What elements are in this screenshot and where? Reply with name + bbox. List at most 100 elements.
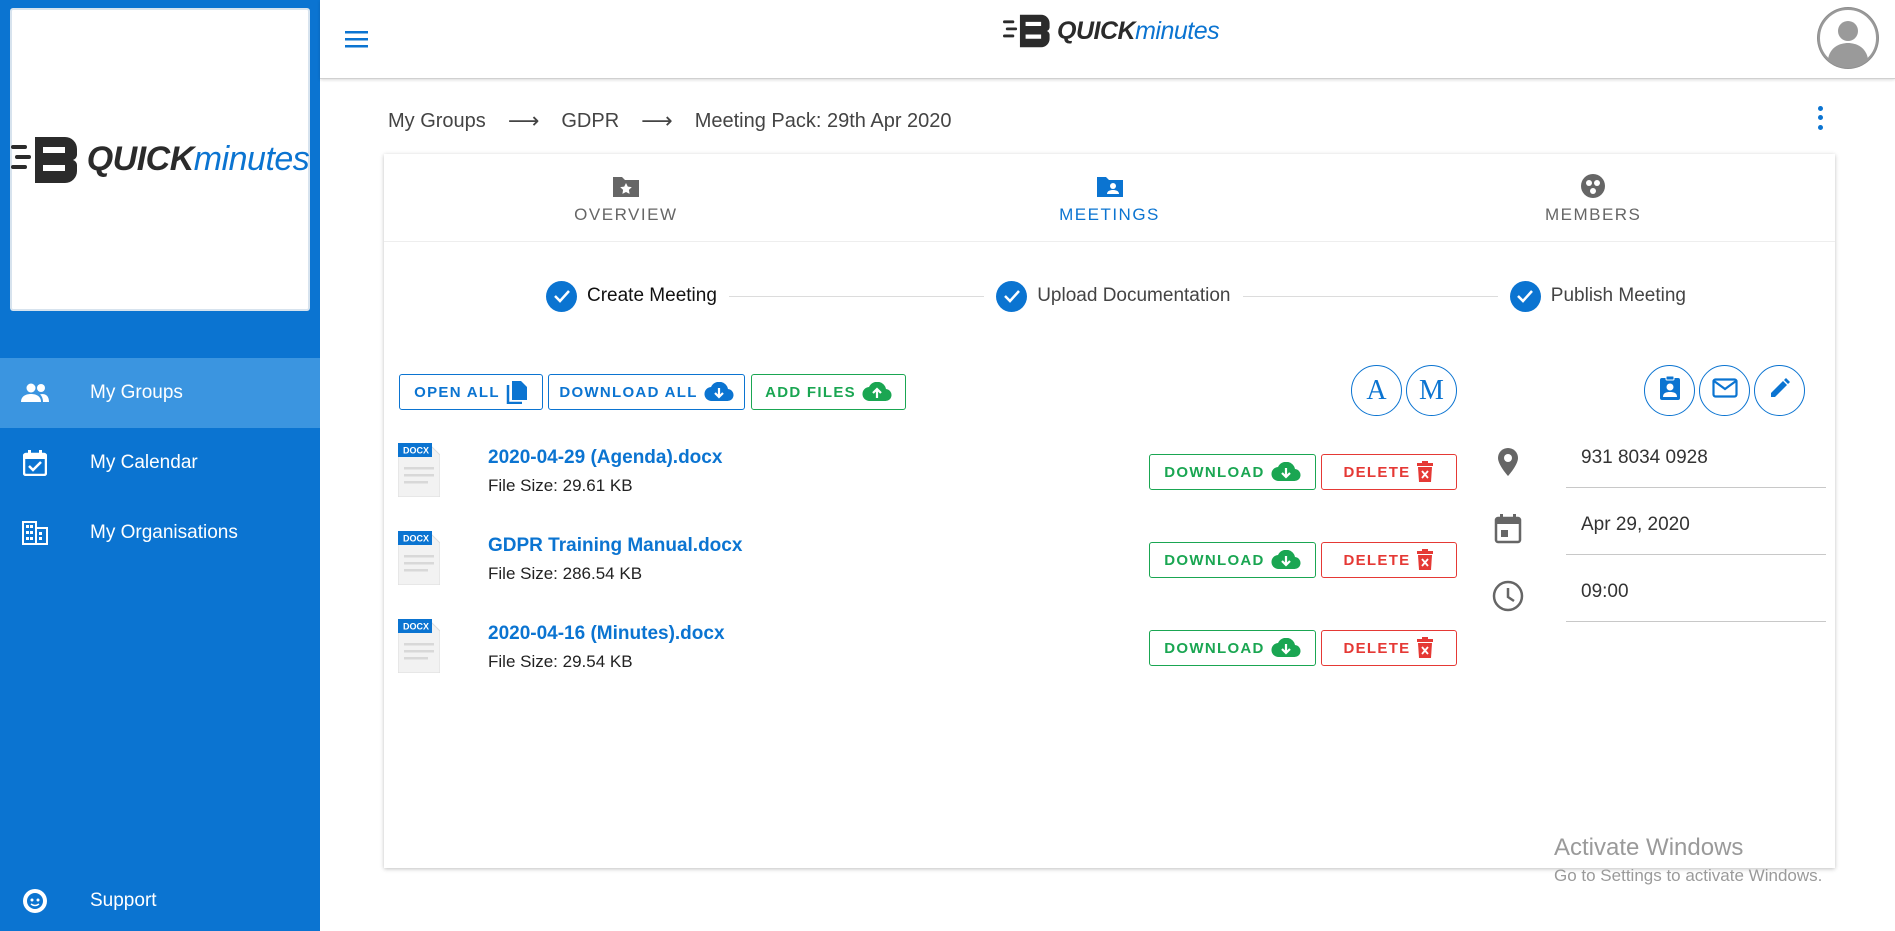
- add-files-button[interactable]: ADD FILES: [751, 374, 906, 410]
- step-upload-documentation[interactable]: Upload Documentation: [996, 280, 1231, 312]
- open-all-button[interactable]: OPEN ALL: [399, 374, 543, 410]
- building-icon: [20, 518, 50, 548]
- top-bar: QUICKminutes: [320, 0, 1895, 79]
- breadcrumb-item-meeting-pack: Meeting Pack: 29th Apr 2020: [694, 109, 952, 132]
- calendar-check-icon: [20, 448, 50, 478]
- cloud-download-icon: [1271, 462, 1301, 482]
- meeting-stepper: Create Meeting Upload Documentation Publ…: [546, 276, 1686, 316]
- location-pin-icon: [1490, 444, 1526, 480]
- more-options-icon[interactable]: [1810, 104, 1830, 132]
- quickminutes-logo-icon: [10, 136, 77, 183]
- docx-file-icon: DOCX: [398, 619, 440, 673]
- quickminutes-logo-icon: [1003, 14, 1050, 48]
- tab-label: MEMBERS: [1544, 204, 1642, 224]
- minutes-button[interactable]: M: [1406, 365, 1457, 416]
- group-circle-icon: [1580, 171, 1606, 201]
- arrow-right-icon: ⟶: [641, 108, 673, 133]
- logo-text-quick: QUICK: [1057, 16, 1136, 45]
- breadcrumb-item-gdpr[interactable]: GDPR: [561, 110, 619, 133]
- sidebar-item-my-calendar[interactable]: My Calendar: [0, 428, 320, 498]
- folder-user-icon: [1096, 171, 1124, 201]
- check-circle-icon: [546, 280, 577, 312]
- edit-button[interactable]: [1754, 365, 1805, 416]
- user-avatar-icon[interactable]: [1817, 7, 1879, 69]
- download-file-button[interactable]: DOWNLOAD: [1149, 542, 1316, 578]
- step-create-meeting[interactable]: Create Meeting: [546, 280, 717, 312]
- tab-label: MEETINGS: [1059, 204, 1160, 224]
- trash-icon: [1416, 637, 1434, 659]
- tab-overview[interactable]: OVERVIEW: [384, 154, 868, 241]
- sidebar-logo-card: QUICKminutes: [10, 8, 310, 311]
- logo-text-quick: QUICK: [86, 140, 195, 178]
- tab-bar: OVERVIEW MEETINGS MEMBERS: [384, 154, 1835, 242]
- date-value: Apr 29, 2020: [1566, 495, 1826, 555]
- meeting-card: OVERVIEW MEETINGS MEMBERS Create Meeting…: [384, 154, 1835, 868]
- location-value: 931 8034 0928: [1566, 428, 1826, 488]
- agenda-button[interactable]: A: [1351, 365, 1402, 416]
- people-icon: [20, 378, 50, 408]
- svg-text:DOCX: DOCX: [403, 446, 429, 456]
- trash-icon: [1416, 461, 1434, 483]
- delete-file-button[interactable]: DELETE: [1321, 630, 1457, 666]
- header-logo: QUICKminutes: [1003, 12, 1220, 50]
- docx-file-icon: DOCX: [398, 443, 440, 497]
- button-label: DELETE: [1343, 551, 1411, 569]
- cloud-download-icon: [1271, 550, 1301, 570]
- tab-members[interactable]: MEMBERS: [1351, 154, 1835, 241]
- svg-text:DOCX: DOCX: [403, 622, 429, 632]
- file-name-link[interactable]: 2020-04-16 (Minutes).docx: [488, 623, 725, 645]
- email-button[interactable]: [1699, 365, 1750, 416]
- download-file-button[interactable]: DOWNLOAD: [1149, 454, 1316, 490]
- sidebar-item-my-groups[interactable]: My Groups: [0, 358, 320, 428]
- sidebar-item-label: My Organisations: [90, 522, 238, 543]
- sidebar-item-support[interactable]: Support: [0, 866, 320, 931]
- trash-icon: [1416, 549, 1434, 571]
- step-label: Publish Meeting: [1550, 285, 1686, 306]
- step-publish-meeting[interactable]: Publish Meeting: [1509, 280, 1686, 312]
- sidebar-nav: My Groups My Calendar My Organisations: [0, 358, 320, 568]
- file-size: File Size: 29.61 KB: [488, 476, 633, 495]
- step-label: Create Meeting: [587, 285, 717, 306]
- step-connector: [728, 295, 985, 297]
- sidebar-item-label: My Calendar: [90, 452, 198, 473]
- check-circle-icon: [1509, 280, 1541, 312]
- mail-icon: [1711, 378, 1738, 403]
- file-name-link[interactable]: GDPR Training Manual.docx: [488, 535, 742, 557]
- button-label: DOWNLOAD: [1164, 639, 1265, 657]
- clipboard-user-icon: [1659, 375, 1681, 406]
- step-label: Upload Documentation: [1037, 285, 1231, 306]
- breadcrumb: My Groups ⟶ GDPR ⟶ Meeting Pack: 29th Ap…: [388, 108, 952, 134]
- sidebar-item-my-organisations[interactable]: My Organisations: [0, 498, 320, 568]
- breadcrumb-item-my-groups[interactable]: My Groups: [388, 110, 486, 133]
- download-file-button[interactable]: DOWNLOAD: [1149, 630, 1316, 666]
- files-copy-icon: [506, 380, 528, 404]
- quickminutes-logo: QUICKminutes: [10, 135, 310, 185]
- step-connector: [1242, 295, 1498, 297]
- watermark-subtitle: Go to Settings to activate Windows.: [1554, 866, 1823, 885]
- button-label: DOWNLOAD: [1164, 463, 1265, 481]
- sidebar-item-label: My Groups: [90, 382, 183, 403]
- time-value: 09:00: [1566, 562, 1826, 622]
- tab-meetings[interactable]: MEETINGS: [868, 154, 1352, 241]
- button-label: DOWNLOAD: [1164, 551, 1265, 569]
- hamburger-icon[interactable]: [342, 24, 372, 54]
- cloud-download-icon: [704, 382, 734, 402]
- clock-icon: [1490, 578, 1526, 614]
- delete-file-button[interactable]: DELETE: [1321, 542, 1457, 578]
- button-label: DELETE: [1343, 463, 1411, 481]
- sidebar-item-label: Support: [90, 890, 157, 911]
- attendance-button[interactable]: [1644, 365, 1695, 416]
- file-name-link[interactable]: 2020-04-29 (Agenda).docx: [488, 447, 722, 469]
- button-label: ADD FILES: [765, 383, 856, 401]
- download-all-button[interactable]: DOWNLOAD ALL: [548, 374, 745, 410]
- button-label: DOWNLOAD ALL: [559, 383, 698, 401]
- tab-label: OVERVIEW: [574, 204, 678, 224]
- delete-file-button[interactable]: DELETE: [1321, 454, 1457, 490]
- windows-activation-watermark: Activate Windows Go to Settings to activ…: [1554, 834, 1822, 886]
- calendar-icon: [1490, 511, 1526, 547]
- check-circle-icon: [996, 280, 1028, 312]
- logo-text-minutes: minutes: [193, 140, 310, 178]
- button-label: OPEN ALL: [414, 383, 500, 401]
- logo-text-minutes: minutes: [1135, 16, 1220, 45]
- sidebar: QUICKminutes My Groups My Calendar My Or…: [0, 0, 320, 931]
